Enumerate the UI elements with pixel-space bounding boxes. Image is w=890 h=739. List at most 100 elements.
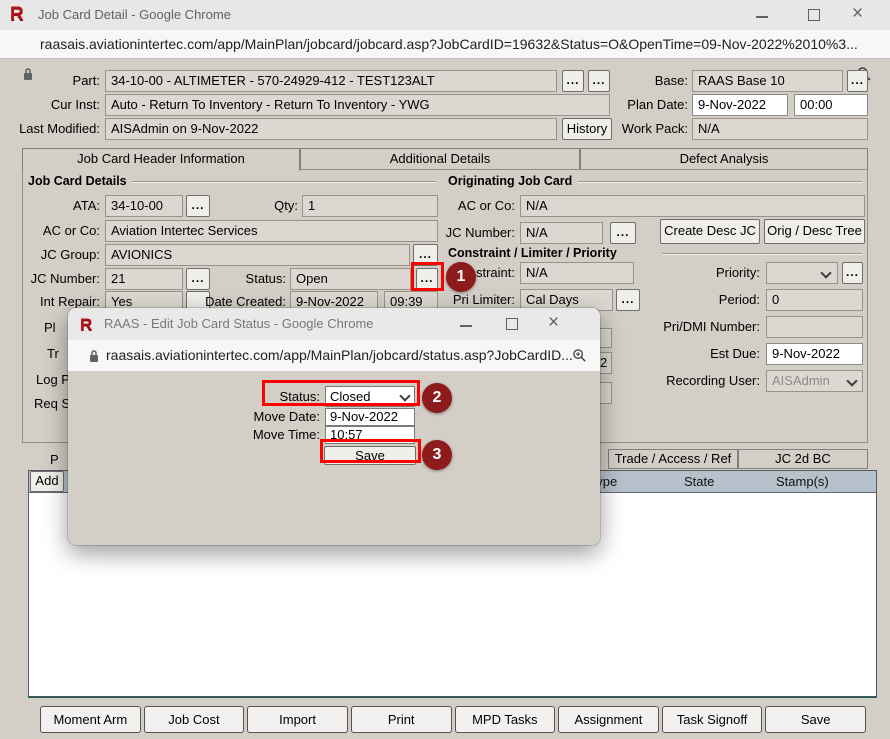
column-stamps: Stamp(s) [776,471,829,493]
orig-jc-number-lookup-button[interactable]: ... [610,222,636,244]
highlight-rect-popup-save [320,439,421,463]
annotation-step-1: 1 [446,262,476,292]
divider [132,181,436,183]
last-modified-label: Last Modified: [0,118,100,140]
ata-lookup-button[interactable]: ... [186,195,210,217]
task-signoff-button[interactable]: Task Signoff [662,706,763,733]
history-button[interactable]: History [562,118,612,140]
jc-group-field: AVIONICS [105,244,410,266]
assignment-button[interactable]: Assignment [558,706,659,733]
tab-defect-analysis[interactable]: Defect Analysis [580,148,868,170]
status-label: Status: [230,268,286,290]
save-button[interactable]: Save [765,706,866,733]
annotation-step-2: 2 [422,383,452,413]
add-button[interactable]: Add [30,471,64,492]
hidden-label-req-sign: Req S [34,396,70,411]
constraint-section-title: Constraint / Limiter / Priority [448,246,617,260]
tab-job-card-header-information[interactable]: Job Card Header Information [22,148,300,171]
cur-inst-field: Auto - Return To Inventory - Return To I… [105,94,610,116]
close-icon[interactable]: × [852,6,863,22]
hidden-label-trade: Tr [47,346,59,361]
qty-field: 1 [302,195,438,217]
minimize-icon[interactable] [756,16,768,18]
jc-number-field: 21 [105,268,183,290]
print-button[interactable]: Print [351,706,452,733]
bottom-tab-fragment[interactable]: P [50,452,59,467]
highlight-rect-popup-status [262,380,420,406]
highlight-rect-status-edit [411,262,444,291]
orig-jc-number-field: N/A [520,222,603,244]
pri-limiter-lookup-button[interactable]: ... [616,289,640,311]
jc-number-label: JC Number: [0,268,100,290]
divider [578,181,862,183]
ac-or-co-field: Aviation Intertec Services [105,220,438,242]
footer-toolbar: Moment Arm Job Cost Import Print MPD Tas… [40,706,866,733]
close-icon[interactable]: × [548,315,559,331]
orig-ac-or-co-field: N/A [520,195,865,217]
base-label: Base: [614,70,688,92]
tab-trade-access-ref[interactable]: Trade / Access / Ref [608,449,738,469]
main-urlbar: raasais.aviationintertec.com/app/MainPla… [0,30,890,59]
import-button[interactable]: Import [247,706,348,733]
ata-field: 34-10-00 [105,195,183,217]
constraint-field: N/A [520,262,634,284]
base-lookup-button[interactable]: ... [847,70,868,92]
maximize-icon[interactable] [808,9,820,21]
priority-label: Priority: [650,262,760,284]
period-field: 0 [766,289,863,311]
est-due-label: Est Due: [620,343,760,365]
ac-or-co-label: AC or Co: [0,220,100,242]
jc-number-lookup-button[interactable]: ... [186,268,210,290]
status-field: Open [290,268,411,290]
hidden-label-log-page: Log P [36,372,70,387]
popup-move-date-input[interactable]: 9-Nov-2022 [325,408,415,426]
popup-move-time-label: Move Time: [180,426,320,444]
job-cost-button[interactable]: Job Cost [144,706,245,733]
qty-label: Qty: [240,195,298,217]
ata-label: ATA: [0,195,100,217]
popup-title: RAAS - Edit Job Card Status - Google Chr… [104,308,374,340]
jc-group-label: JC Group: [0,244,100,266]
popup-address-bar[interactable]: raasais.aviationintertec.com/app/MainPla… [106,340,573,371]
pri-dmi-number-field [766,316,863,338]
part-lookup2-button[interactable]: ... [588,70,610,92]
popup-urlbar: raasais.aviationintertec.com/app/MainPla… [68,340,600,372]
maximize-icon[interactable] [506,318,518,330]
window-title: Job Card Detail - Google Chrome [38,0,231,30]
base-field: RAAS Base 10 [692,70,843,92]
popup-move-date-label: Move Date: [180,408,320,426]
job-card-detail-window: R Job Card Detail - Google Chrome × raas… [0,0,890,739]
raas-logo-icon: R [10,4,30,25]
last-modified-field: AISAdmin on 9-Nov-2022 [105,118,557,140]
moment-arm-button[interactable]: Moment Arm [40,706,141,733]
work-pack-field: N/A [692,118,868,140]
orig-ac-or-co-label: AC or Co: [440,195,515,217]
pri-dmi-number-label: Pri/DMI Number: [620,316,760,338]
create-desc-jc-button[interactable]: Create Desc JC [660,219,760,244]
tab-additional-details[interactable]: Additional Details [300,148,580,170]
mpd-tasks-button[interactable]: MPD Tasks [455,706,556,733]
annotation-step-3: 3 [422,440,452,470]
hidden-label-plan: Pl [44,320,56,335]
recording-user-label: Recording User: [620,370,760,392]
priority-lookup-button[interactable]: ... [842,262,863,284]
plan-time-input[interactable]: 00:00 [794,94,868,116]
part-field: 34-10-00 - ALTIMETER - 570-24929-412 - T… [105,70,557,92]
divider [662,253,862,255]
period-label: Period: [650,289,760,311]
orig-desc-tree-button[interactable]: Orig / Desc Tree [764,219,865,244]
part-label: Part: [0,70,100,92]
minimize-icon[interactable] [460,325,472,327]
address-bar[interactable]: raasais.aviationintertec.com/app/MainPla… [40,30,858,58]
est-due-input[interactable]: 9-Nov-2022 [766,343,863,365]
part-lookup-button[interactable]: ... [562,70,584,92]
work-pack-label: Work Pack: [614,118,688,140]
column-state: State [684,471,714,493]
popup-titlebar: R RAAS - Edit Job Card Status - Google C… [68,308,600,341]
edit-job-card-status-popup: R RAAS - Edit Job Card Status - Google C… [68,308,600,545]
tab-jc-2d-bc[interactable]: JC 2d BC [738,449,868,469]
plan-date-input[interactable]: 9-Nov-2022 [692,94,788,116]
zoom-in-icon[interactable] [572,348,587,363]
main-titlebar: R Job Card Detail - Google Chrome × [0,0,890,31]
originating-job-card-title: Originating Job Card [448,174,572,188]
